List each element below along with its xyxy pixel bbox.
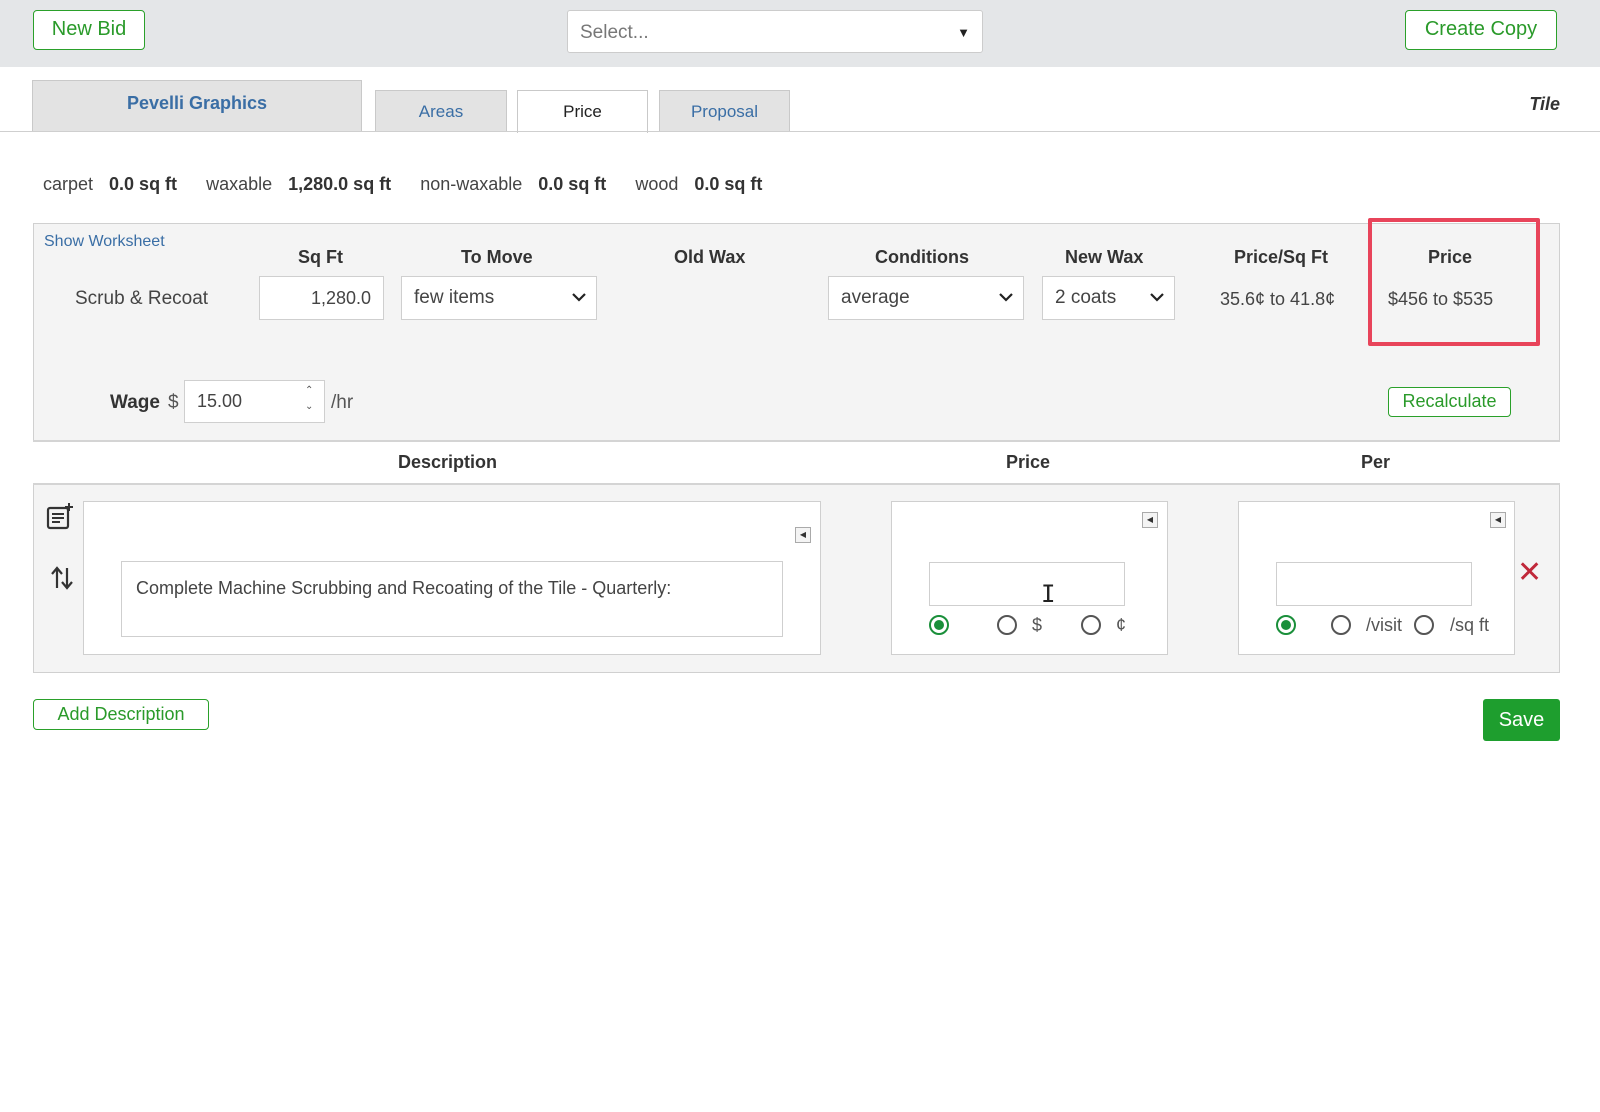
to-move-select[interactable]: few items — [401, 276, 597, 320]
wage-input[interactable]: 15.00 — [184, 380, 325, 423]
price-radio-dollar[interactable] — [997, 615, 1017, 635]
spin-up-icon[interactable]: ⌃ — [305, 383, 313, 399]
chevron-down-icon — [999, 293, 1013, 302]
price-per-sqft-value: 35.6¢ to 41.8¢ — [1220, 289, 1336, 309]
conditions-value: average — [841, 287, 910, 308]
recalculate-button[interactable]: Recalculate — [1388, 387, 1511, 417]
chevron-down-icon — [572, 293, 586, 302]
sqft-input[interactable]: 1,280.0 — [259, 276, 384, 320]
description-textarea[interactable]: Complete Machine Scrubbing and Recoating… — [121, 561, 783, 637]
new-wax-select[interactable]: 2 coats — [1042, 276, 1175, 320]
header-new-wax: New Wax — [1065, 247, 1144, 267]
wage-currency: $ — [168, 392, 179, 413]
collapse-price-icon[interactable]: ◀ — [1142, 512, 1158, 528]
text-cursor-icon: I — [1041, 580, 1056, 608]
tab-proposal[interactable]: Proposal — [659, 90, 790, 132]
per-radio-visit-label: /visit — [1366, 615, 1402, 635]
per-radio-visit[interactable] — [1331, 615, 1351, 635]
create-copy-button[interactable]: Create Copy — [1405, 10, 1557, 50]
area-summary: carpet 0.0 sq ft waxable 1,280.0 sq ft non… — [43, 174, 786, 195]
spin-down-icon[interactable]: ⌄ — [305, 399, 313, 415]
header-conditions: Conditions — [875, 247, 969, 267]
wage-label: Wage — [110, 392, 160, 413]
service-label: Scrub & Recoat — [75, 288, 209, 309]
chevron-down-icon — [1150, 293, 1164, 302]
add-note-icon[interactable] — [46, 502, 74, 530]
header-price-per-sqft: Price/Sq Ft — [1234, 247, 1329, 267]
summary-label-non-waxable: non-waxable — [420, 174, 523, 194]
description-table-header — [33, 440, 1560, 485]
summary-value-non-waxable: 0.0 sq ft — [538, 174, 607, 194]
save-button[interactable]: Save — [1483, 699, 1560, 741]
summary-value-wood: 0.0 sq ft — [694, 174, 763, 194]
per-radio-sqft-label: /sq ft — [1450, 615, 1490, 635]
price-radio-cent[interactable] — [1081, 615, 1101, 635]
tab-divider — [0, 131, 1600, 132]
column-header-description: Description — [398, 452, 498, 472]
header-to-move: To Move — [461, 247, 533, 267]
tab-company[interactable]: Pevelli Graphics — [32, 80, 362, 132]
tab-areas[interactable]: Areas — [375, 90, 507, 132]
tab-price[interactable]: Price — [517, 90, 648, 133]
to-move-value: few items — [414, 287, 495, 308]
summary-value-carpet: 0.0 sq ft — [109, 174, 178, 194]
floor-type-label: Tile — [1529, 94, 1560, 114]
price-input[interactable] — [929, 562, 1125, 606]
price-radio-none[interactable] — [929, 615, 949, 635]
per-radio-none[interactable] — [1276, 615, 1296, 635]
conditions-select[interactable]: average — [828, 276, 1024, 320]
per-radio-sqft[interactable] — [1414, 615, 1434, 635]
collapse-per-icon[interactable]: ◀ — [1490, 512, 1506, 528]
delete-row-icon[interactable]: ✕ — [1517, 555, 1542, 590]
new-bid-button[interactable]: New Bid — [33, 10, 145, 50]
summary-label-wood: wood — [635, 174, 679, 194]
column-header-per: Per — [1361, 452, 1391, 472]
bid-select-placeholder: Select... — [580, 22, 649, 43]
wage-spinner[interactable]: ⌃ ⌄ — [305, 383, 313, 415]
price-radio-cent-label: ¢ — [1116, 615, 1127, 635]
price-radio-dollar-label: $ — [1032, 615, 1043, 635]
header-old-wax: Old Wax — [674, 247, 746, 267]
wage-unit: /hr — [331, 392, 354, 413]
add-description-button[interactable]: Add Description — [33, 699, 209, 730]
summary-label-waxable: waxable — [206, 174, 273, 194]
column-header-price: Price — [1006, 452, 1051, 472]
summary-label-carpet: carpet — [43, 174, 94, 194]
price-highlight-box — [1368, 218, 1540, 346]
bid-select-dropdown[interactable]: Select... ▼ — [567, 10, 983, 53]
per-input[interactable] — [1276, 562, 1472, 606]
summary-value-waxable: 1,280.0 sq ft — [288, 174, 392, 194]
show-worksheet-link[interactable]: Show Worksheet — [44, 233, 165, 251]
caret-down-icon: ▼ — [957, 25, 970, 40]
header-sqft: Sq Ft — [298, 247, 343, 267]
collapse-description-icon[interactable]: ◀ — [795, 527, 811, 543]
new-wax-value: 2 coats — [1055, 287, 1117, 308]
reorder-icon[interactable] — [50, 564, 74, 592]
